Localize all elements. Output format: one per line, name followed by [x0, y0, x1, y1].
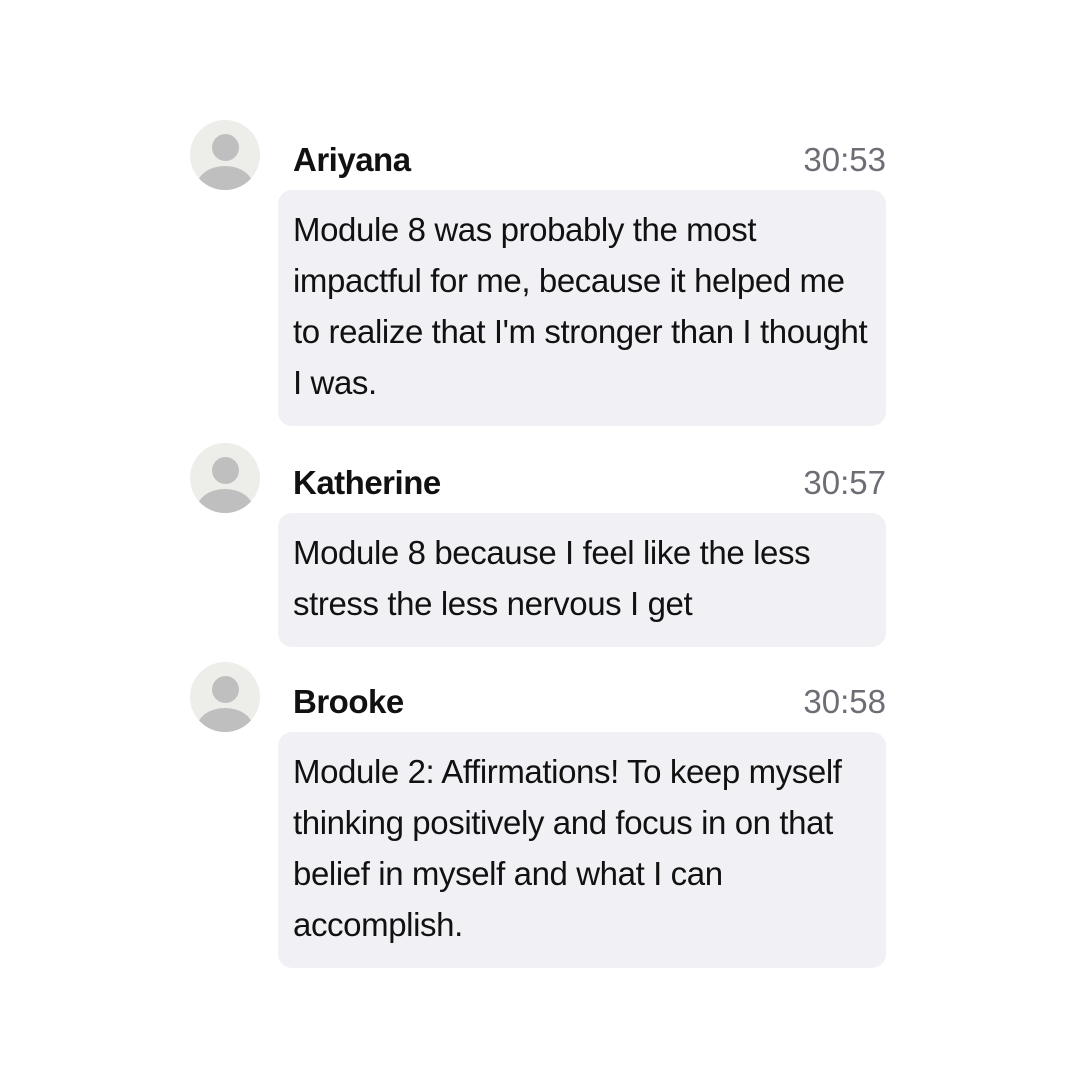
message-header: Ariyana 30:53 — [293, 138, 886, 182]
message-bubble: Module 2: Affirmations! To keep myself t… — [278, 732, 886, 968]
message-timestamp: 30:57 — [803, 464, 886, 501]
message-timestamp: 30:58 — [803, 683, 886, 720]
author-name[interactable]: Brooke — [293, 680, 404, 724]
avatar-head — [212, 676, 239, 703]
avatar-head — [212, 134, 239, 161]
chat-thread: Ariyana 30:53 Module 8 was probably the … — [0, 0, 1080, 1080]
user-avatar-icon[interactable] — [190, 662, 260, 732]
message-header: Katherine 30:57 — [293, 461, 886, 505]
message-header: Brooke 30:58 — [293, 680, 886, 724]
message-bubble: Module 8 was probably the most impactful… — [278, 190, 886, 426]
avatar-body — [197, 166, 253, 190]
avatar-head — [212, 457, 239, 484]
user-avatar-icon[interactable] — [190, 443, 260, 513]
avatar-body — [197, 708, 253, 732]
author-name[interactable]: Katherine — [293, 461, 441, 505]
author-name[interactable]: Ariyana — [293, 138, 411, 182]
user-avatar-icon[interactable] — [190, 120, 260, 190]
message-bubble: Module 8 because I feel like the less st… — [278, 513, 886, 647]
avatar-body — [197, 489, 253, 513]
message-timestamp: 30:53 — [803, 141, 886, 178]
